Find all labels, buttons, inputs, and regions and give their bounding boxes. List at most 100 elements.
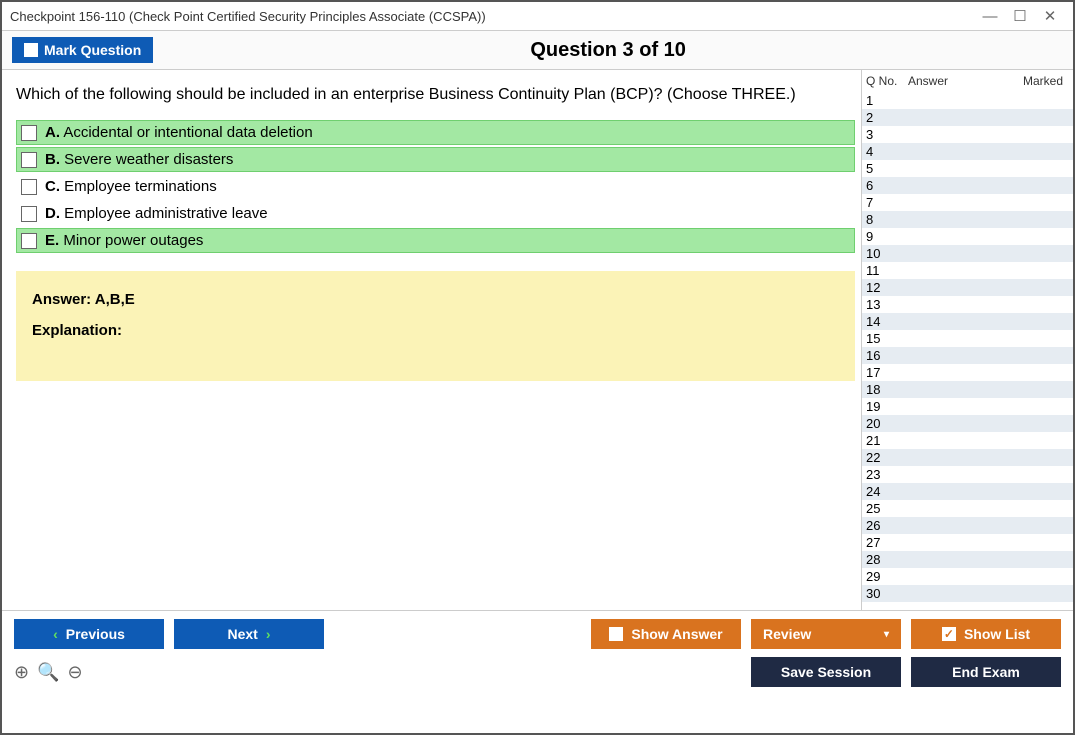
question-list[interactable]: 1234567891011121314151617181920212223242… (862, 92, 1073, 610)
question-list-row[interactable]: 17 (862, 364, 1073, 381)
question-list-row[interactable]: 22 (862, 449, 1073, 466)
question-list-row[interactable]: 25 (862, 500, 1073, 517)
option-d[interactable]: D. Employee administrative leave (16, 201, 855, 226)
option-text: Minor power outages (63, 232, 203, 249)
checkmark-icon: ✓ (942, 627, 956, 641)
show-list-label: Show List (964, 626, 1030, 642)
question-list-row[interactable]: 19 (862, 398, 1073, 415)
question-list-row[interactable]: 6 (862, 177, 1073, 194)
option-letter: C. (45, 178, 60, 195)
show-list-button[interactable]: ✓ Show List (911, 619, 1061, 649)
checkbox-icon (21, 152, 37, 168)
save-session-label: Save Session (781, 664, 871, 680)
row-qno: 21 (866, 432, 908, 449)
zoom-icon[interactable]: 🔍 (37, 662, 59, 683)
question-list-row[interactable]: 16 (862, 347, 1073, 364)
answer-line: Answer: A,B,E (32, 291, 839, 308)
row-qno: 29 (866, 568, 908, 585)
question-pane: Which of the following should be include… (2, 70, 861, 610)
question-list-row[interactable]: 4 (862, 143, 1073, 160)
next-button[interactable]: Next › (174, 619, 324, 649)
row-qno: 1 (866, 92, 908, 109)
question-list-row[interactable]: 20 (862, 415, 1073, 432)
row-qno: 27 (866, 534, 908, 551)
answer-box: Answer: A,B,E Explanation: (16, 271, 855, 381)
end-exam-label: End Exam (952, 664, 1020, 680)
question-list-row[interactable]: 1 (862, 92, 1073, 109)
checkbox-icon (21, 206, 37, 222)
row-qno: 2 (866, 109, 908, 126)
question-list-row[interactable]: 24 (862, 483, 1073, 500)
question-list-row[interactable]: 27 (862, 534, 1073, 551)
row-qno: 17 (866, 364, 908, 381)
row-qno: 3 (866, 126, 908, 143)
next-label: Next (227, 626, 257, 642)
show-answer-button[interactable]: Show Answer (591, 619, 741, 649)
col-marked: Marked (1014, 74, 1069, 88)
save-session-button[interactable]: Save Session (751, 657, 901, 687)
zoom-in-icon[interactable]: ⊕ (14, 662, 29, 683)
option-a[interactable]: A. Accidental or intentional data deleti… (16, 120, 855, 145)
question-list-row[interactable]: 8 (862, 211, 1073, 228)
row-qno: 15 (866, 330, 908, 347)
question-list-row[interactable]: 14 (862, 313, 1073, 330)
row-qno: 10 (866, 245, 908, 262)
question-list-row[interactable]: 3 (862, 126, 1073, 143)
question-list-row[interactable]: 15 (862, 330, 1073, 347)
question-list-row[interactable]: 12 (862, 279, 1073, 296)
option-letter: E. (45, 232, 59, 249)
option-letter: B. (45, 151, 60, 168)
mark-question-button[interactable]: Mark Question (12, 37, 153, 63)
question-list-row[interactable]: 11 (862, 262, 1073, 279)
question-list-row[interactable]: 7 (862, 194, 1073, 211)
option-letter: A. (45, 124, 60, 141)
question-list-row[interactable]: 23 (862, 466, 1073, 483)
question-list-row[interactable]: 10 (862, 245, 1073, 262)
row-qno: 18 (866, 381, 908, 398)
review-dropdown[interactable]: Review ▾ (751, 619, 901, 649)
question-list-row[interactable]: 28 (862, 551, 1073, 568)
option-text: Severe weather disasters (64, 151, 233, 168)
chevron-left-icon: ‹ (53, 626, 58, 642)
row-qno: 22 (866, 449, 908, 466)
question-list-row[interactable]: 13 (862, 296, 1073, 313)
option-letter: D. (45, 205, 60, 222)
question-list-row[interactable]: 29 (862, 568, 1073, 585)
end-exam-button[interactable]: End Exam (911, 657, 1061, 687)
square-icon (609, 627, 623, 641)
checkbox-icon (21, 233, 37, 249)
row-qno: 6 (866, 177, 908, 194)
option-text: Employee terminations (64, 178, 217, 195)
previous-button[interactable]: ‹ Previous (14, 619, 164, 649)
row-qno: 20 (866, 415, 908, 432)
option-text: Employee administrative leave (64, 205, 267, 222)
review-label: Review (763, 626, 811, 642)
question-list-row[interactable]: 30 (862, 585, 1073, 602)
question-list-row[interactable]: 9 (862, 228, 1073, 245)
row-qno: 26 (866, 517, 908, 534)
question-list-row[interactable]: 5 (862, 160, 1073, 177)
row-qno: 24 (866, 483, 908, 500)
option-e[interactable]: E. Minor power outages (16, 228, 855, 253)
question-list-row[interactable]: 2 (862, 109, 1073, 126)
zoom-controls: ⊕ 🔍 ⊖ (14, 662, 83, 683)
checkbox-icon (24, 43, 38, 57)
row-qno: 8 (866, 211, 908, 228)
row-qno: 30 (866, 585, 908, 602)
show-answer-label: Show Answer (631, 626, 722, 642)
close-button[interactable]: ✕ (1035, 7, 1065, 25)
zoom-out-icon[interactable]: ⊖ (68, 662, 83, 683)
question-list-row[interactable]: 21 (862, 432, 1073, 449)
explanation-label: Explanation: (32, 322, 839, 339)
row-qno: 28 (866, 551, 908, 568)
question-list-row[interactable]: 26 (862, 517, 1073, 534)
question-list-row[interactable]: 18 (862, 381, 1073, 398)
option-c[interactable]: C. Employee terminations (16, 174, 855, 199)
row-qno: 13 (866, 296, 908, 313)
minimize-button[interactable]: — (975, 8, 1005, 25)
row-qno: 12 (866, 279, 908, 296)
row-qno: 5 (866, 160, 908, 177)
option-b[interactable]: B. Severe weather disasters (16, 147, 855, 172)
maximize-button[interactable]: ☐ (1005, 7, 1035, 25)
row-qno: 16 (866, 347, 908, 364)
